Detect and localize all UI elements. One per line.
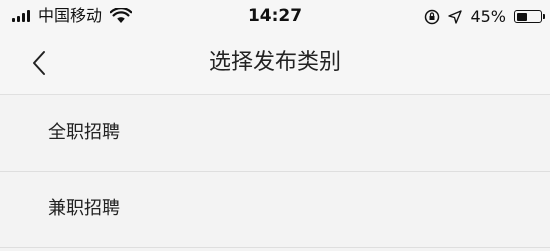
category-list: 全职招聘 兼职招聘 <box>0 96 550 248</box>
battery-icon <box>514 10 545 23</box>
battery-fill <box>516 12 527 21</box>
category-item-full-time[interactable]: 全职招聘 <box>0 96 550 172</box>
page-title: 选择发布类别 <box>208 50 341 75</box>
status-right: 45% <box>424 7 545 26</box>
orientation-lock-icon <box>425 9 440 24</box>
status-bar: 中国移动 14:27 45% <box>0 0 550 34</box>
category-item-part-time[interactable]: 兼职招聘 <box>0 172 550 248</box>
screen: 中国移动 14:27 45% 选择发布类别 全职招聘 兼职招聘 <box>0 0 550 251</box>
category-label: 兼职招聘 <box>48 198 120 219</box>
navigation-bar: 选择发布类别 <box>0 34 550 95</box>
location-arrow-icon <box>448 9 463 24</box>
battery-percent: 45% <box>470 7 506 26</box>
category-label: 全职招聘 <box>48 122 120 143</box>
